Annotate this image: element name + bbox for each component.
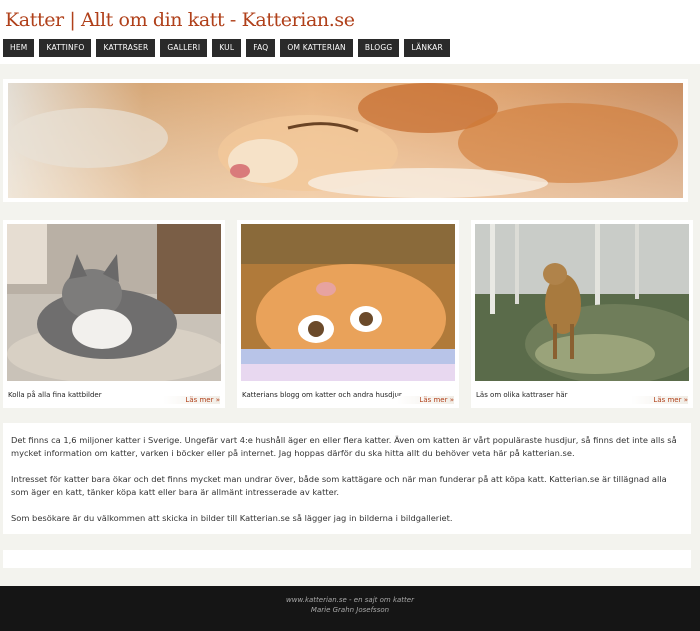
nav-item-faq[interactable]: FAQ xyxy=(246,39,276,57)
footer-author: Marie Grahn Josefsson xyxy=(310,606,390,614)
card-caption: Katterians blogg om katter och andra hus… xyxy=(242,391,402,399)
card-blog[interactable]: Katterians blogg om katter och andra hus… xyxy=(237,220,459,408)
site-footer: www.katterian.se - en sajt om katter Mar… xyxy=(0,586,700,631)
nav-item-lankar[interactable]: LÄNKAR xyxy=(404,39,450,57)
site-header: Katter | Allt om din katt - Katterian.se… xyxy=(0,0,700,64)
card-breeds[interactable]: Läs om olika kattraser här Läs mer » xyxy=(471,220,693,408)
nav-item-kattraser[interactable]: KATTRASER xyxy=(96,39,156,57)
nav-item-om-katterian[interactable]: OM KATTERIAN xyxy=(280,39,353,57)
read-more-link[interactable]: Läs mer » xyxy=(397,396,454,404)
site-title[interactable]: Katter | Allt om din katt - Katterian.se xyxy=(5,9,355,31)
hero-banner xyxy=(3,79,688,202)
read-more-link[interactable]: Läs mer » xyxy=(163,396,220,404)
card-caption: Kolla på alla fina kattbilder xyxy=(8,391,102,399)
nav-item-galleri[interactable]: GALLERI xyxy=(160,39,208,57)
card-blog-image[interactable] xyxy=(241,224,455,381)
card-caption: Läs om olika kattraser här xyxy=(476,391,568,399)
banner-cat-image xyxy=(8,83,683,198)
card-gallery-image[interactable] xyxy=(7,224,221,381)
intro-paragraph: Som besökare är du välkommen att skicka … xyxy=(11,513,453,523)
empty-panel xyxy=(3,550,691,568)
footer-site-line: www.katterian.se - en sajt om katter xyxy=(286,596,414,604)
intro-paragraph: Det finns ca 1,6 miljoner katter i Sveri… xyxy=(11,435,677,458)
nav-item-kul[interactable]: KUL xyxy=(212,39,242,57)
card-breeds-image[interactable] xyxy=(475,224,689,381)
main-nav: HEM KATTINFO KATTRASER GALLERI KUL FAQ O… xyxy=(3,39,450,57)
nav-item-hem[interactable]: HEM xyxy=(3,39,35,57)
intro-content: Det finns ca 1,6 miljoner katter i Sveri… xyxy=(3,423,691,534)
nav-item-kattinfo[interactable]: KATTINFO xyxy=(39,39,92,57)
nav-item-blogg[interactable]: BLOGG xyxy=(357,39,400,57)
card-gallery[interactable]: Kolla på alla fina kattbilder Läs mer » xyxy=(3,220,225,408)
read-more-link[interactable]: Läs mer » xyxy=(631,396,688,404)
intro-paragraph: Intresset för katter bara ökar och det f… xyxy=(11,474,667,497)
